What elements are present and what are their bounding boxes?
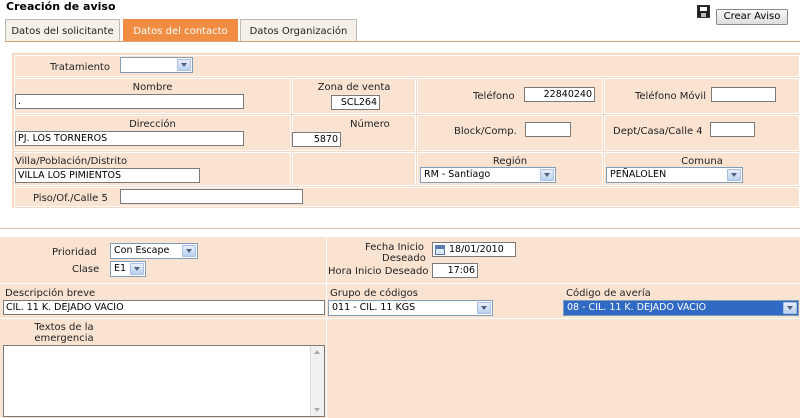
tratamiento-select[interactable] xyxy=(120,57,193,73)
region-label: Región xyxy=(492,156,528,167)
telefono-field[interactable]: 22840240 xyxy=(524,87,595,102)
tratamiento-label: Tratamiento xyxy=(50,62,110,73)
nombre-label: Nombre xyxy=(132,82,173,93)
dept-label: Dept/Casa/Calle 4 xyxy=(613,126,703,137)
hora-inicio-field[interactable]: 17:06 xyxy=(432,263,478,278)
column-divider xyxy=(326,237,327,418)
create-notice-button[interactable]: Crear Aviso xyxy=(716,9,788,25)
chevron-down-icon xyxy=(783,302,797,314)
page-title: Creación de aviso xyxy=(6,0,116,13)
tab-datos-solicitante[interactable]: Datos del solicitante xyxy=(5,19,120,42)
descripcion-label: Descripción breve xyxy=(5,288,96,299)
prioridad-label: Prioridad xyxy=(52,247,97,258)
row-divider xyxy=(0,283,800,284)
piso-field[interactable] xyxy=(120,189,303,204)
textos-label: Textos de la xyxy=(34,322,94,333)
textarea-scrollbar[interactable] xyxy=(310,346,324,416)
zona-venta-label: Zona de venta xyxy=(317,82,391,93)
section-divider xyxy=(0,228,800,229)
clase-select[interactable]: E1 xyxy=(110,261,146,277)
nombre-field[interactable]: . xyxy=(15,94,244,109)
descripcion-field[interactable]: CIL. 11 K. DEJADO VACIO xyxy=(3,300,325,315)
prioridad-select[interactable]: Con Escape xyxy=(110,243,198,259)
direccion-label: Dirección xyxy=(129,119,176,130)
emergencia-label: emergencia xyxy=(34,333,94,344)
comuna-label: Comuna xyxy=(681,156,723,167)
block-label: Block/Comp. xyxy=(454,126,517,137)
chevron-down-icon xyxy=(177,59,191,71)
tab-divider xyxy=(5,41,800,42)
comuna-select[interactable]: PEÑALOLEN xyxy=(606,167,743,183)
grupo-codigos-label: Grupo de códigos xyxy=(330,288,418,299)
cell-empty xyxy=(292,152,416,186)
grupo-codigos-select[interactable]: 011 - CIL. 11 KGS xyxy=(328,300,493,316)
dept-field[interactable] xyxy=(710,122,755,137)
chevron-down-icon xyxy=(727,169,741,181)
chevron-down-icon xyxy=(182,245,196,257)
chevron-down-icon xyxy=(130,263,144,275)
fecha-inicio-label: Fecha Inicio xyxy=(365,242,424,253)
tab-datos-organizacion[interactable]: Datos Organización xyxy=(240,19,357,42)
codigo-averia-select[interactable]: 08 - CIL. 11 K. DEJADO VACIO xyxy=(563,300,799,316)
region-select[interactable]: RM - Santiago xyxy=(420,167,556,183)
block-field[interactable] xyxy=(525,122,571,137)
direccion-field[interactable]: PJ. LOS TORNEROS xyxy=(15,131,244,146)
telefono-movil-label: Teléfono Móvil xyxy=(635,91,706,102)
fecha-deseado-label: Deseado xyxy=(382,253,426,264)
numero-label: Número xyxy=(350,119,390,130)
piso-label: Piso/Of./Calle 5 xyxy=(33,193,108,204)
clase-label: Clase xyxy=(72,264,100,275)
save-icon[interactable] xyxy=(697,5,710,18)
numero-field[interactable]: 5870 xyxy=(292,132,341,147)
villa-field[interactable]: VILLA LOS PIMIENTOS xyxy=(15,168,200,183)
row-divider-2 xyxy=(0,318,800,319)
codigo-averia-label: Código de avería xyxy=(566,288,651,299)
tab-datos-contacto[interactable]: Datos del contacto xyxy=(123,19,238,42)
telefono-label: Teléfono xyxy=(473,91,515,102)
telefono-movil-field[interactable] xyxy=(711,87,776,102)
villa-label: Villa/Población/Distrito xyxy=(15,156,128,167)
chevron-down-icon xyxy=(540,169,554,181)
chevron-down-icon xyxy=(477,302,491,314)
textos-emergencia-textarea[interactable] xyxy=(3,345,325,417)
hora-inicio-label: Hora Inicio Deseado xyxy=(328,266,429,277)
zona-venta-field[interactable]: SCL264 xyxy=(331,95,380,110)
calendar-icon[interactable] xyxy=(435,245,445,255)
